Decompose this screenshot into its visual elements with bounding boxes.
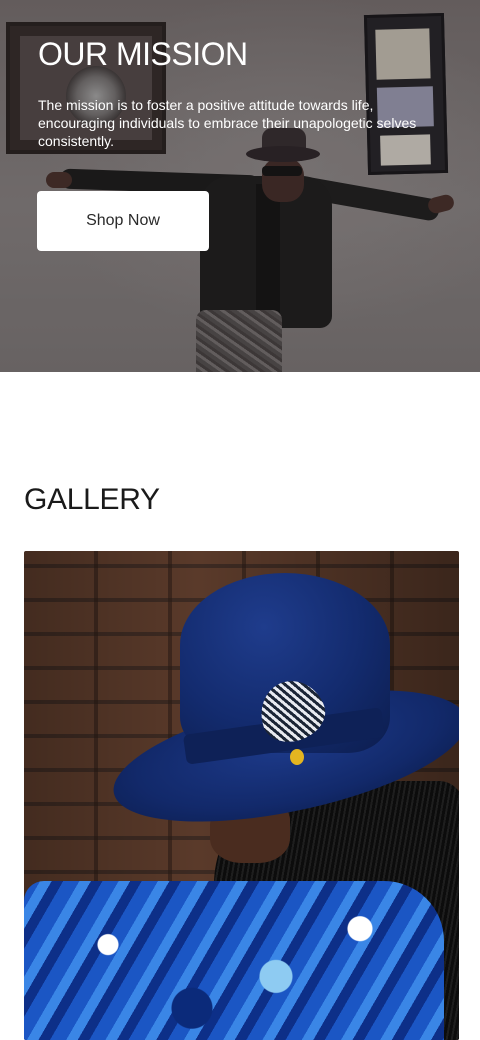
hero-title: OUR MISSION (38, 36, 248, 72)
patterned-shirt (24, 881, 444, 1040)
gallery-title: GALLERY (24, 483, 160, 516)
hero-description: The mission is to foster a positive atti… (38, 97, 417, 149)
mission-hero: OUR MISSION The mission is to foster a p… (0, 0, 480, 372)
shop-now-button[interactable]: Shop Now (37, 191, 209, 251)
hat-pin (290, 749, 304, 765)
gallery-photo-blue-hat[interactable] (24, 551, 459, 1040)
